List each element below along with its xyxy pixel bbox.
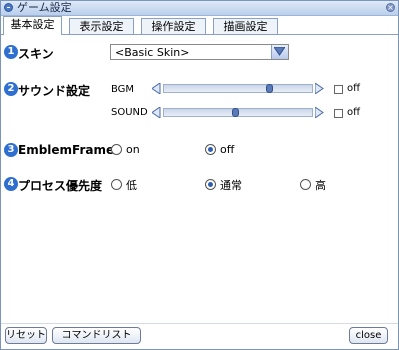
emblem-off-label: off xyxy=(220,143,235,156)
priority-high-radio[interactable] xyxy=(300,179,311,190)
sound-decrease-arrow-icon[interactable] xyxy=(151,106,161,119)
priority-normal-radio[interactable] xyxy=(205,179,216,190)
bgm-off-label: off xyxy=(347,83,361,94)
priority-high-label: 高 xyxy=(315,179,326,192)
tab-bar: 基本設定 表示設定 操作設定 描画設定 xyxy=(1,16,398,35)
tab-display[interactable]: 表示設定 xyxy=(69,18,134,34)
sound-off-checkbox[interactable] xyxy=(334,109,343,118)
process-priority-label: プロセス優先度 xyxy=(18,179,103,193)
reset-button[interactable]: リセット xyxy=(5,327,47,344)
priority-normal-label: 通常 xyxy=(220,179,242,192)
sound-increase-arrow-icon[interactable] xyxy=(314,106,324,119)
emblem-on-label: on xyxy=(126,143,140,156)
skin-label: スキン xyxy=(18,47,54,61)
priority-low-radio[interactable] xyxy=(111,179,122,190)
skin-select-value: <Basic Skin> xyxy=(115,46,190,59)
command-list-button[interactable]: コマンドリスト xyxy=(52,327,141,344)
emblem-off-radio[interactable] xyxy=(205,144,216,155)
bgm-slider-thumb[interactable] xyxy=(266,84,273,93)
window-title: ゲーム設定 xyxy=(17,1,72,14)
number-badge-2: 2 xyxy=(4,82,18,96)
settings-window: ゲーム設定 × 基本設定 表示設定 操作設定 描画設定 1 スキン <Basic… xyxy=(0,0,399,350)
bgm-slider-track[interactable] xyxy=(163,84,313,93)
tab-controls[interactable]: 操作設定 xyxy=(141,18,206,34)
tab-basic[interactable]: 基本設定 xyxy=(3,16,62,35)
tab-rendering[interactable]: 描画設定 xyxy=(213,18,278,34)
chevron-down-icon[interactable] xyxy=(271,45,288,59)
sound-slider-thumb[interactable] xyxy=(232,108,239,117)
bgm-increase-arrow-icon[interactable] xyxy=(314,82,324,95)
sound-off-label: off xyxy=(347,107,361,118)
minimize-icon[interactable] xyxy=(4,3,13,12)
bgm-label: BGM xyxy=(111,84,135,95)
number-badge-1: 1 xyxy=(4,45,18,59)
number-badge-3: 3 xyxy=(4,143,18,157)
title-bar[interactable]: ゲーム設定 × xyxy=(1,1,398,16)
footer-divider xyxy=(1,323,398,324)
bgm-decrease-arrow-icon[interactable] xyxy=(151,82,161,95)
emblem-on-radio[interactable] xyxy=(111,144,122,155)
sound-effects-label: SOUND xyxy=(111,107,148,118)
bgm-off-checkbox[interactable] xyxy=(334,85,343,94)
close-icon[interactable]: × xyxy=(386,3,395,12)
emblem-frame-label: EmblemFrame xyxy=(18,143,115,157)
skin-select[interactable]: <Basic Skin> xyxy=(110,44,289,60)
sound-label: サウンド設定 xyxy=(18,84,91,98)
close-button[interactable]: close xyxy=(349,327,388,344)
number-badge-4: 4 xyxy=(4,177,18,191)
priority-low-label: 低 xyxy=(126,179,137,192)
